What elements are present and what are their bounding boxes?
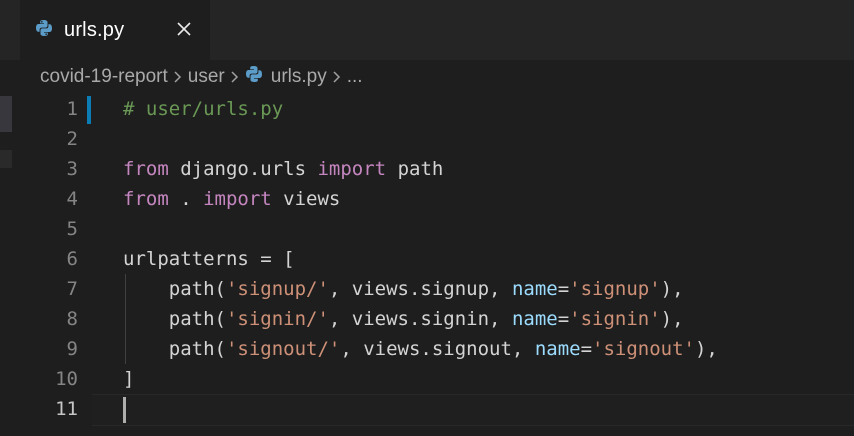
code-text: path(	[123, 338, 226, 360]
code-text: , views.signin,	[328, 308, 512, 330]
code-text: ),	[660, 278, 684, 300]
line-number: 3	[66, 158, 78, 180]
line-number: 10	[55, 368, 78, 390]
line-number: 11	[55, 398, 78, 420]
string: 'signout'	[592, 338, 695, 360]
parameter: name	[534, 338, 581, 360]
code-text: views	[271, 188, 341, 210]
code-line: 11	[0, 394, 854, 424]
code-text: django.urls	[168, 158, 318, 180]
string: 'signup/'	[225, 278, 329, 300]
code-text: ),	[660, 308, 684, 330]
code-text: ),	[694, 338, 718, 360]
line-number: 8	[66, 308, 78, 330]
code-line: 5	[0, 214, 854, 244]
breadcrumb-item-ellipsis[interactable]: ...	[347, 66, 363, 88]
line-number: 7	[66, 278, 78, 300]
line-number: 4	[66, 188, 78, 210]
code-text: path	[386, 158, 444, 180]
breadcrumb-item-user[interactable]: user	[188, 66, 225, 88]
python-icon	[245, 65, 263, 89]
code-line: 6 urlpatterns = [	[0, 244, 854, 274]
parameter: name	[511, 278, 558, 300]
comment: # user/urls.py	[123, 98, 284, 120]
breadcrumb-item-folder[interactable]: covid-19-report	[40, 66, 168, 88]
keyword: import	[317, 158, 387, 180]
code-line: 10 ]	[0, 364, 854, 394]
code-text: =	[557, 308, 570, 330]
keyword: from	[123, 188, 169, 210]
code-line: 1 # user/urls.py	[0, 94, 854, 124]
code-line: 2	[0, 124, 854, 154]
code-text: , views.signup,	[328, 278, 512, 300]
code-line: 4 from . import views	[0, 184, 854, 214]
line-number: 6	[66, 248, 78, 270]
code-text: =	[580, 338, 593, 360]
close-icon[interactable]	[172, 17, 196, 41]
keyword: from	[123, 158, 169, 180]
chevron-right-icon	[332, 70, 342, 84]
string: 'signin'	[569, 308, 661, 330]
line-number: 5	[66, 218, 78, 240]
text-cursor	[123, 397, 126, 423]
code-text: =	[557, 278, 570, 300]
string: 'signin/'	[225, 308, 329, 330]
breadcrumb: covid-19-report user urls.py ...	[40, 62, 363, 92]
chevron-right-icon	[230, 70, 240, 84]
code-line: 3 from django.urls import path	[0, 154, 854, 184]
tab-label: urls.py	[64, 18, 125, 41]
code-text: urlpatterns = [	[123, 248, 295, 270]
code-text: path(	[123, 308, 226, 330]
code-text: .	[168, 188, 204, 210]
code-text: , views.signout,	[340, 338, 535, 360]
string: 'signout/'	[225, 338, 341, 360]
parameter: name	[511, 308, 558, 330]
code-text: path(	[123, 278, 226, 300]
breadcrumb-item-file[interactable]: urls.py	[271, 66, 327, 88]
code-line: 7 path('signup/', views.signup, name='si…	[0, 274, 854, 304]
string: 'signup'	[569, 278, 661, 300]
line-number: 1	[66, 98, 78, 120]
python-icon	[35, 19, 53, 42]
chevron-right-icon	[173, 70, 183, 84]
keyword: import	[203, 188, 272, 210]
line-number: 9	[66, 338, 78, 360]
line-number: 2	[66, 128, 78, 150]
code-text: ]	[123, 368, 135, 390]
code-line: 9 path('signout/', views.signout, name='…	[0, 334, 854, 364]
tab-urls-py[interactable]: urls.py	[20, 0, 210, 60]
tab-bar: urls.py	[0, 0, 854, 60]
code-line: 8 path('signin/', views.signin, name='si…	[0, 304, 854, 334]
